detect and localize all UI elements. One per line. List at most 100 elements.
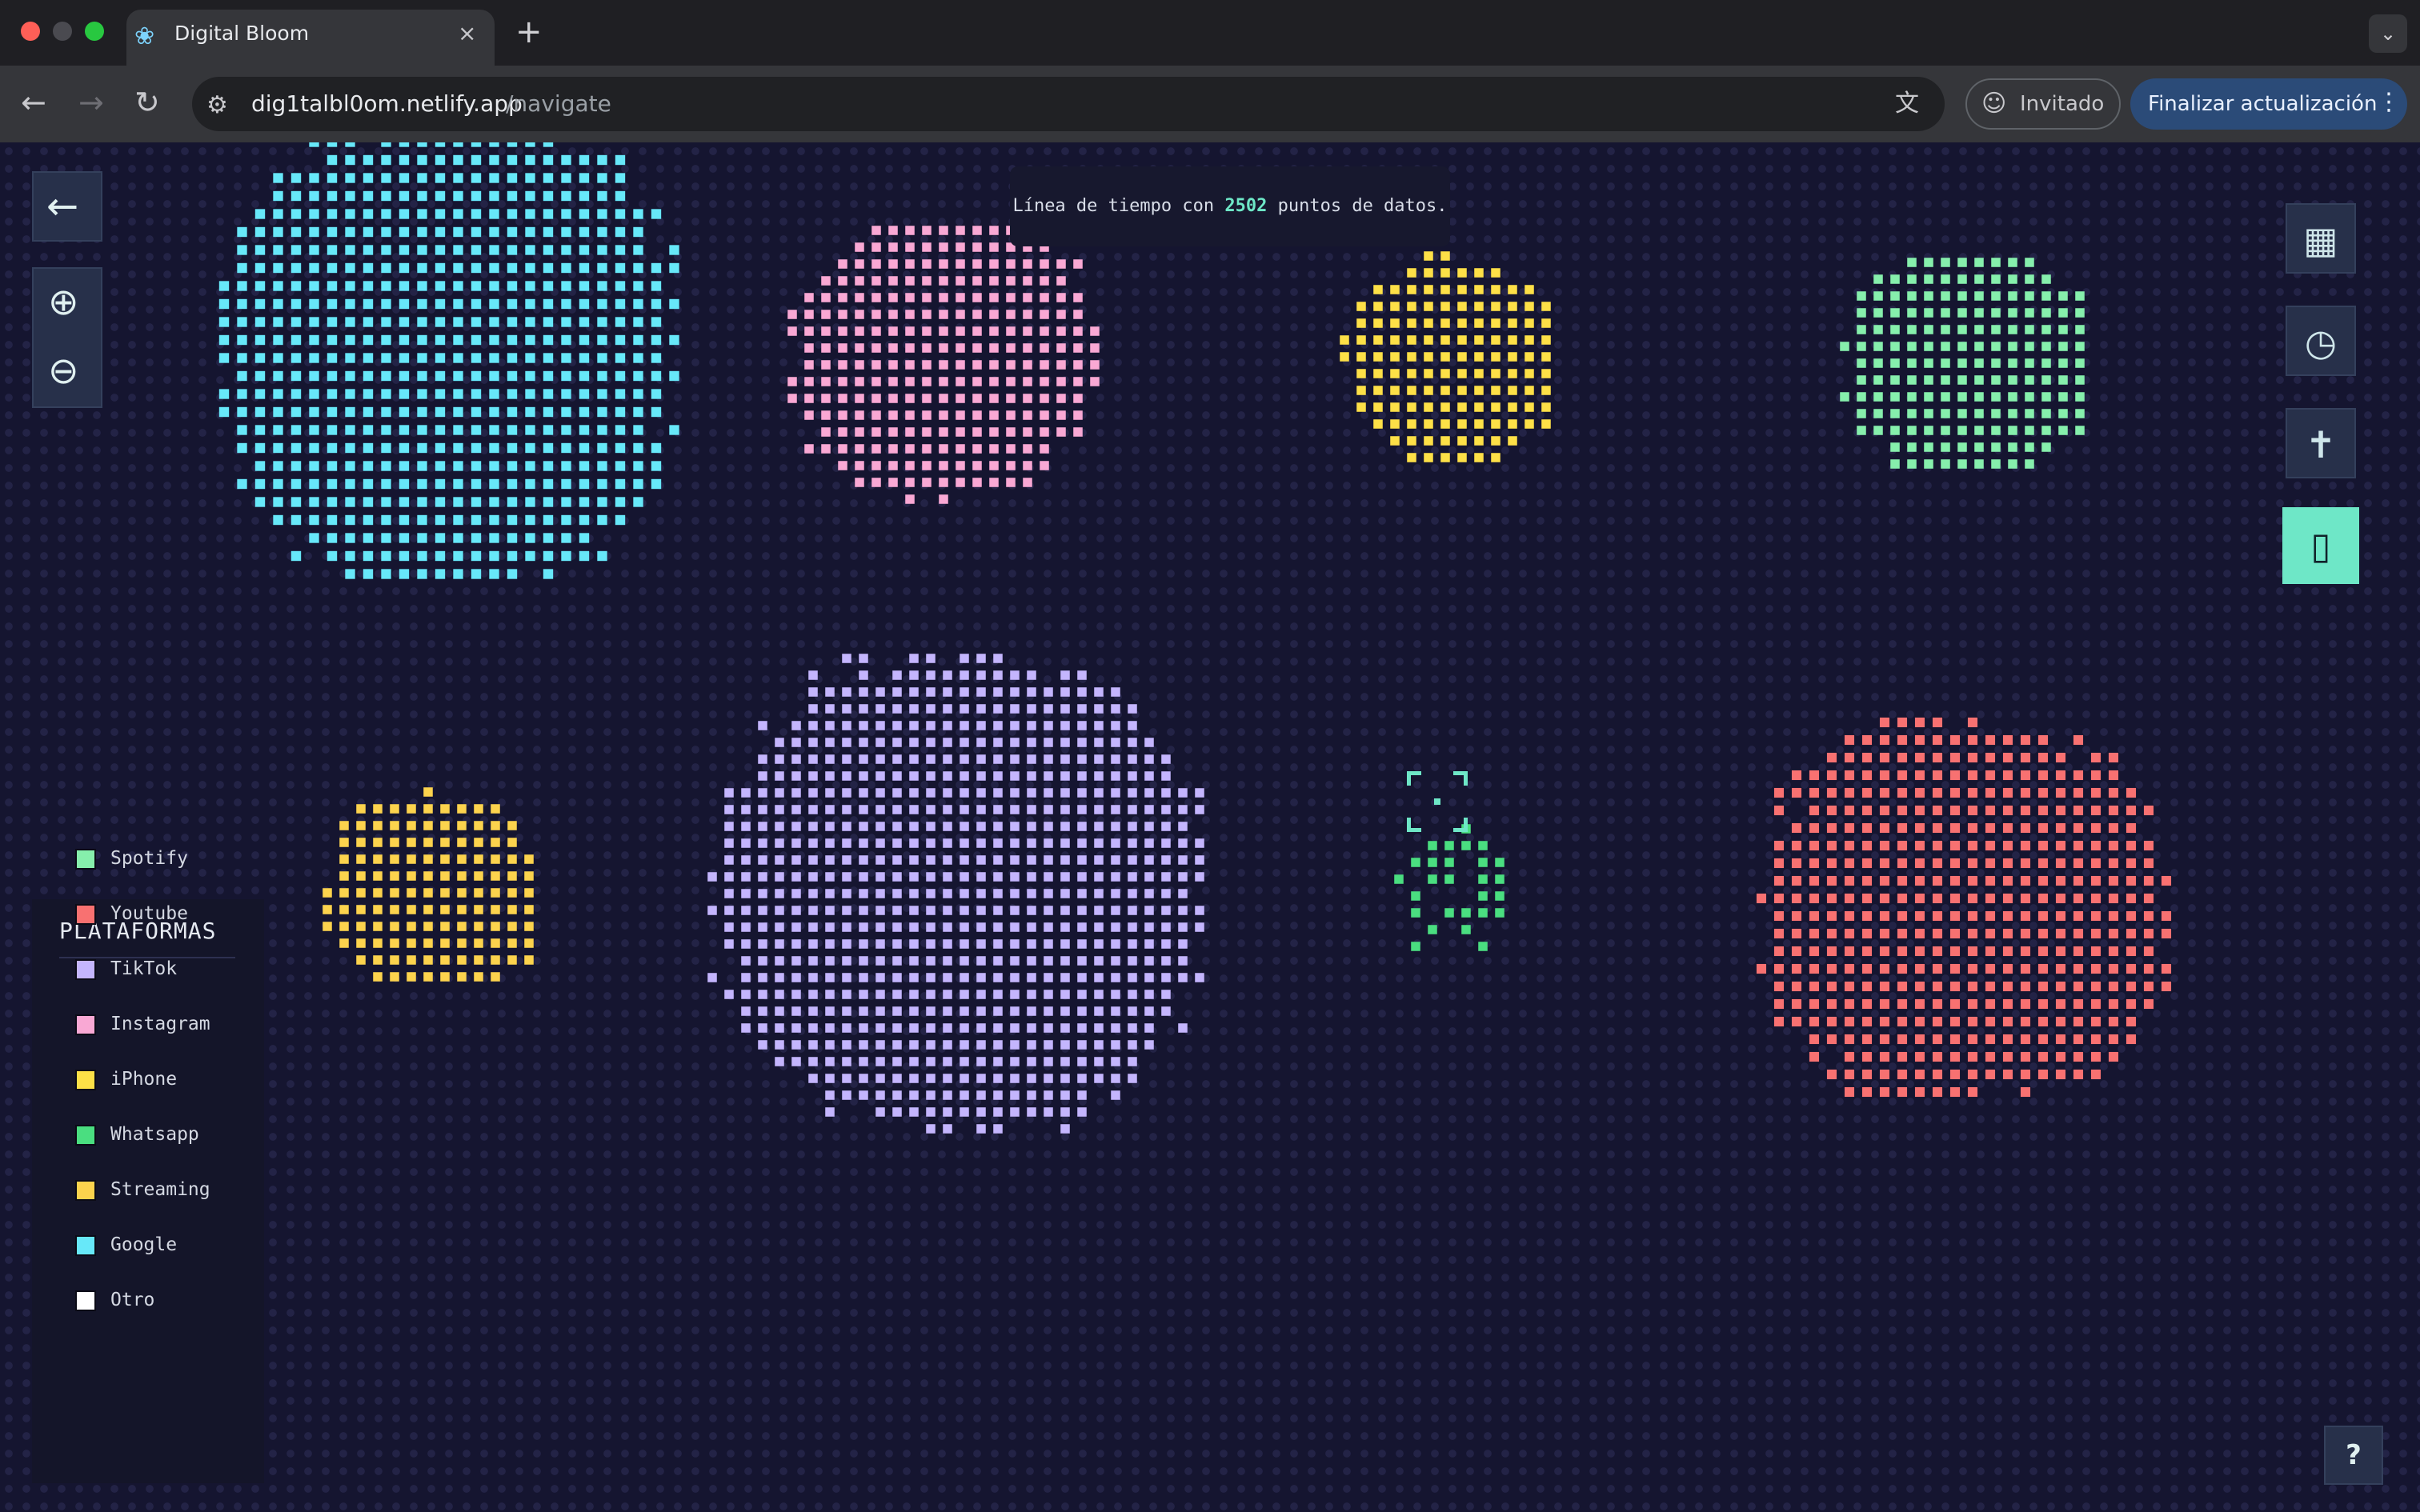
translate-icon[interactable]: 文 (1895, 90, 1919, 118)
reload-icon[interactable]: ↻ (134, 83, 160, 122)
data-point (1491, 302, 1500, 311)
data-point (1914, 981, 1925, 992)
cluster-streaming[interactable] (323, 787, 534, 982)
data-point (1440, 318, 1450, 328)
data-point (1924, 325, 1933, 334)
data-point (339, 922, 349, 931)
data-point (1974, 392, 1984, 402)
data-point (993, 973, 1003, 982)
data-point (1949, 963, 1961, 974)
data-point (407, 955, 416, 965)
data-point (871, 478, 881, 487)
data-point (453, 142, 463, 147)
data-point (1844, 998, 1855, 1010)
data-point (888, 377, 898, 386)
data-point (327, 370, 338, 382)
data-point (290, 425, 302, 435)
cluster-whatsapp[interactable] (1394, 824, 1504, 951)
tab-search-button[interactable]: ⌄ (2369, 14, 2407, 53)
data-point (956, 242, 965, 252)
data-point (1023, 326, 1032, 336)
site-settings-icon[interactable]: ⚙ (206, 91, 228, 120)
data-point (838, 343, 847, 353)
data-point (339, 821, 349, 830)
data-point (2073, 770, 2084, 781)
focus-reticle[interactable] (1407, 771, 1468, 832)
data-point (615, 262, 626, 274)
data-point (290, 173, 302, 183)
data-point (381, 514, 391, 526)
data-point (1844, 1034, 1855, 1045)
data-point (943, 889, 952, 898)
view-grid-button[interactable]: ▦ (2286, 203, 2356, 274)
cluster-tiktok[interactable] (707, 654, 1204, 1134)
data-point (2108, 787, 2119, 798)
data-point (838, 377, 847, 386)
data-point (345, 461, 355, 471)
visualization-canvas[interactable]: ← ⊕ ⊖ Línea de tiempo con 2502 puntos de… (0, 142, 2420, 1512)
forward-arrow-icon[interactable]: → (78, 83, 104, 122)
data-point (875, 1074, 885, 1083)
data-point (2008, 325, 2017, 334)
tab-close-icon[interactable]: × (458, 18, 476, 50)
data-point (417, 389, 427, 399)
more-menu-icon[interactable]: ⋮ (2377, 86, 2401, 118)
data-point (892, 1057, 902, 1066)
data-point (309, 334, 319, 346)
data-point (561, 370, 571, 382)
zoom-out-button[interactable]: ⊖ (32, 338, 102, 406)
cluster-instagram[interactable] (787, 226, 1100, 504)
data-point (808, 754, 818, 764)
data-point (1006, 259, 1016, 269)
data-point (1027, 973, 1036, 982)
data-point (1161, 922, 1171, 932)
view-person-button[interactable]: ✝ (2286, 408, 2356, 478)
cluster-google[interactable] (218, 142, 679, 579)
view-device-button[interactable]: ▯ (2282, 507, 2359, 584)
data-point (507, 281, 518, 291)
data-point (489, 442, 499, 454)
data-point (597, 478, 607, 490)
data-point (453, 533, 463, 543)
data-point (1006, 444, 1016, 454)
data-point (1844, 1016, 1855, 1027)
data-point (1491, 436, 1500, 446)
data-point (507, 425, 518, 435)
data-point (1967, 717, 1978, 728)
data-point (1914, 822, 1925, 834)
data-point (2143, 893, 2154, 904)
data-point (804, 377, 814, 386)
data-point (993, 872, 1003, 882)
cluster-spotify[interactable] (1840, 258, 2085, 469)
data-point (2143, 998, 2154, 1010)
data-point (838, 360, 847, 370)
data-point (2073, 1034, 2084, 1045)
window-maximize-button[interactable] (85, 22, 104, 41)
data-point (909, 1074, 919, 1083)
cluster-youtube[interactable] (1756, 717, 2172, 1098)
cluster-iphone[interactable] (1340, 251, 1551, 462)
data-point (1840, 342, 1849, 351)
view-timeline-button[interactable]: ◷ (2286, 306, 2356, 376)
zoom-in-button[interactable]: ⊕ (32, 269, 102, 338)
help-button[interactable]: ? (2324, 1426, 2383, 1485)
data-point (905, 326, 915, 336)
data-point (1508, 285, 1517, 294)
data-point (597, 514, 607, 526)
data-point (435, 245, 446, 255)
window-minimize-button[interactable] (53, 22, 72, 41)
data-point (356, 838, 366, 847)
data-point (1949, 770, 1961, 781)
window-close-button[interactable] (21, 22, 40, 41)
data-point (1809, 928, 1820, 939)
data-point (471, 262, 482, 274)
data-point (1474, 436, 1484, 446)
data-point (943, 872, 952, 882)
data-point (1407, 419, 1416, 429)
new-tab-button[interactable]: + (515, 14, 543, 50)
data-point (237, 442, 247, 454)
data-point (956, 226, 965, 235)
back-arrow-icon[interactable]: ← (21, 83, 46, 122)
data-point (943, 1090, 952, 1100)
data-point (1907, 392, 1917, 402)
